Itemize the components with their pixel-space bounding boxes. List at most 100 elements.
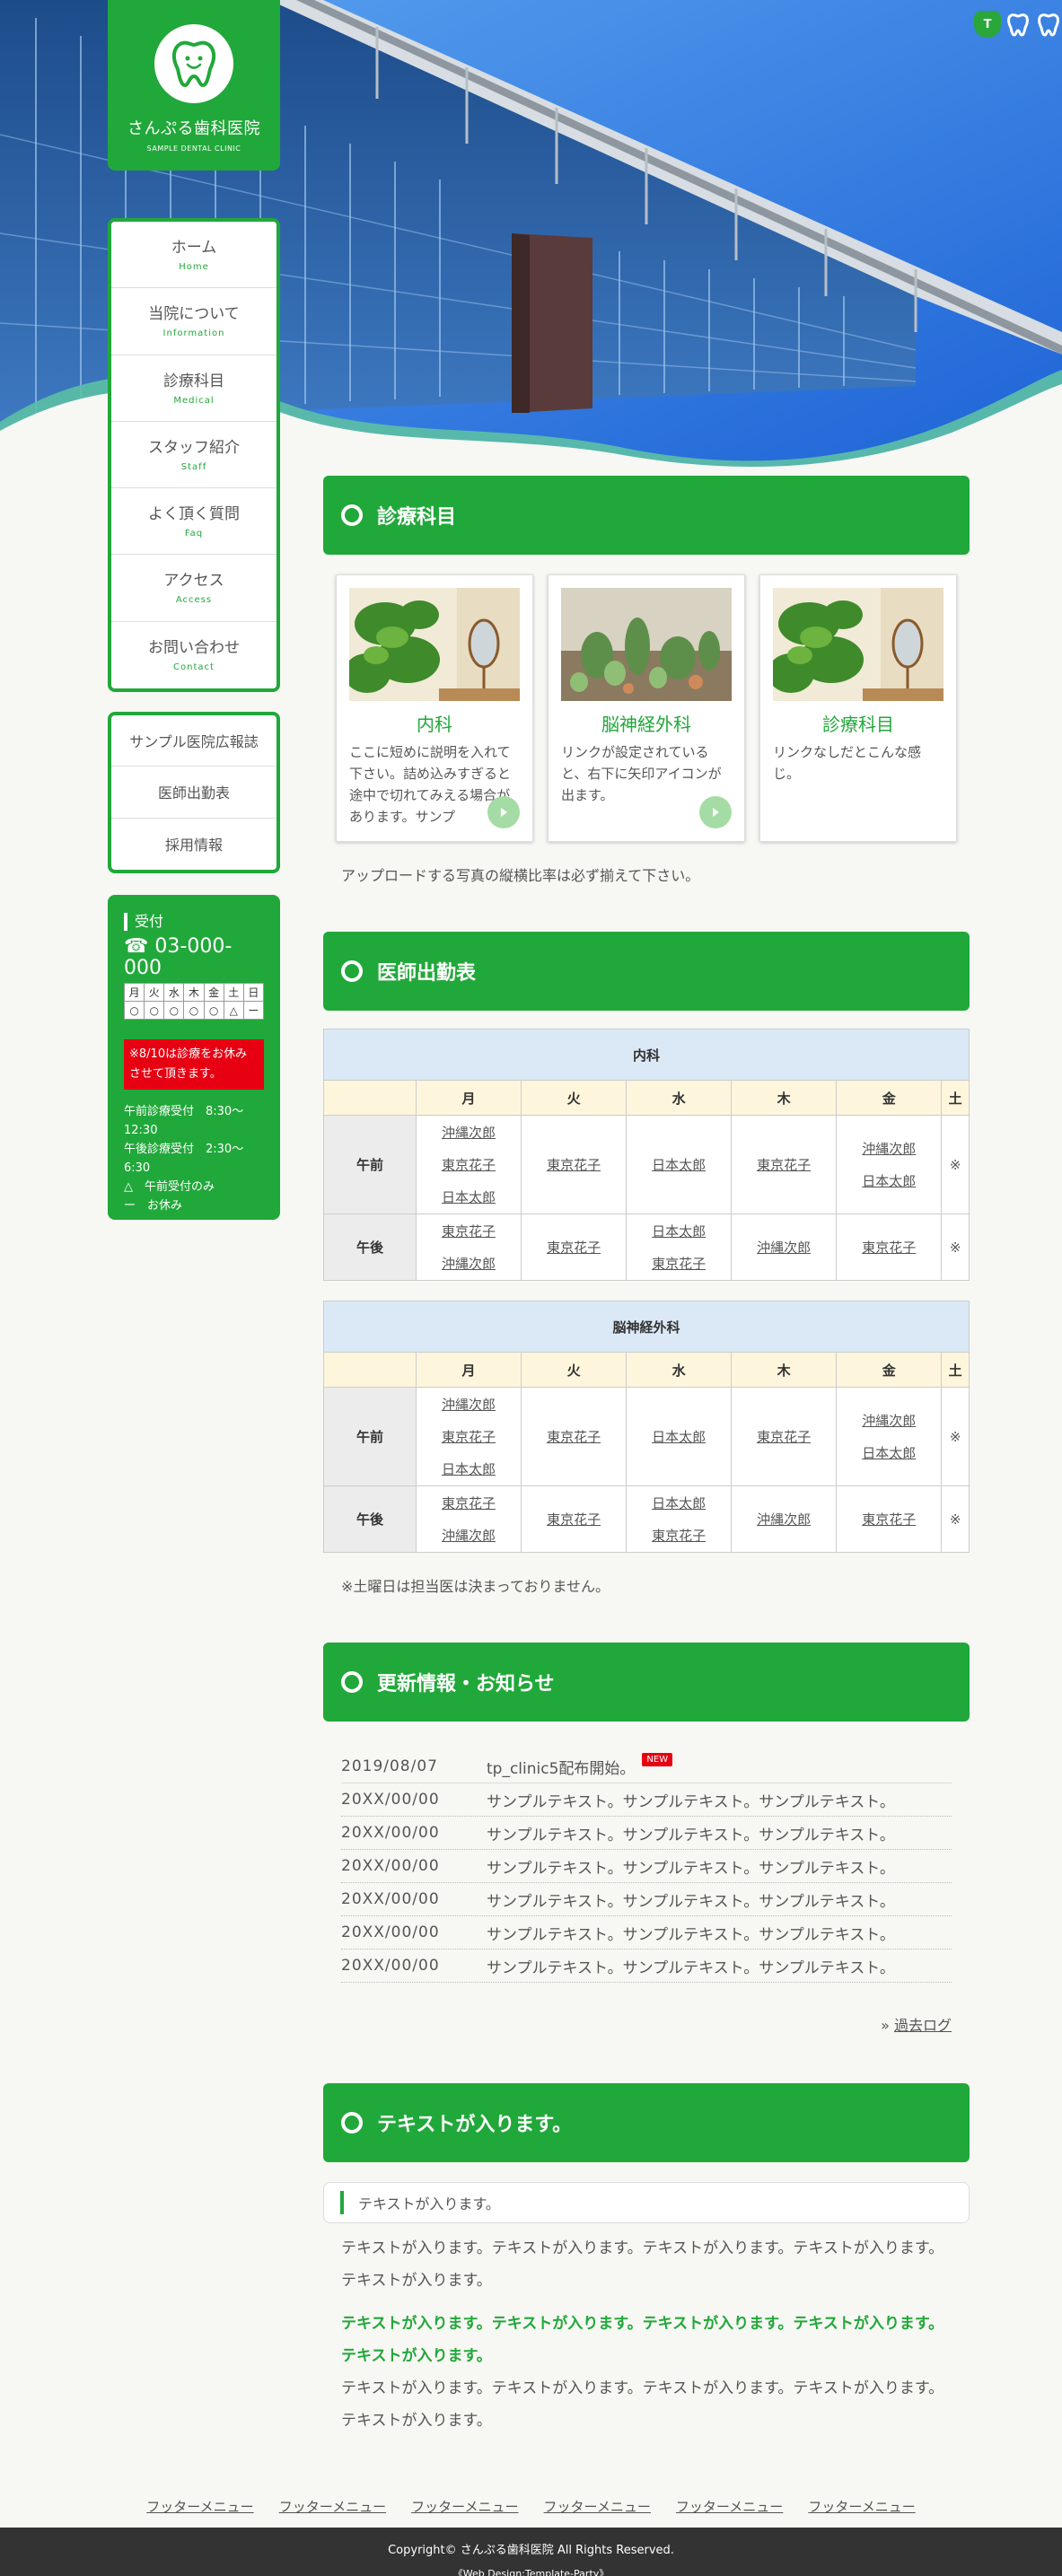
schedule-cell: 東京花子 沖縄次郎 xyxy=(415,1485,522,1553)
footer-menu-item[interactable]: フッターメニュー xyxy=(411,2497,518,2516)
nav-item-access[interactable]: アクセス Access xyxy=(111,555,276,622)
doctor-link[interactable]: 東京花子 xyxy=(417,1215,521,1248)
nav-item-staff[interactable]: スタッフ紹介 Staff xyxy=(111,421,276,489)
doctor-link[interactable]: 沖縄次郎 xyxy=(837,1405,941,1437)
nav-sublabel: Access xyxy=(175,595,213,606)
medical-card-neurosurgery[interactable]: 脳神経外科 リンクが設定されていると、右下に矢印アイコンが出ます。 xyxy=(548,574,745,842)
day-label: 水 xyxy=(163,983,185,1002)
subnav-item-recruit[interactable]: 採用情報 xyxy=(111,819,276,870)
doctor-link[interactable]: 沖縄次郎 xyxy=(732,1231,836,1264)
doctor-link[interactable]: 東京花子 xyxy=(417,1421,521,1453)
doctor-link[interactable]: 東京花子 xyxy=(522,1149,626,1181)
doctor-link[interactable]: 沖縄次郎 xyxy=(417,1117,521,1149)
ring-icon xyxy=(341,1671,363,1693)
news-date: 2019/08/07 xyxy=(341,1757,438,1775)
news-text: サンプルテキスト。サンプルテキスト。サンプルテキスト。 xyxy=(487,1826,895,1844)
doctor-link[interactable]: 東京花子 xyxy=(837,1231,941,1264)
footer-menu-item[interactable]: フッターメニュー xyxy=(676,2497,783,2516)
footer-menu-item[interactable]: フッターメニュー xyxy=(279,2497,386,2516)
site-logo[interactable]: さんぷる歯科医院 SAMPLE DENTAL CLINIC xyxy=(108,0,280,171)
nav-sublabel: Medical xyxy=(173,395,215,406)
tooth-icon xyxy=(1006,13,1030,37)
text-size-tools: T xyxy=(974,11,1062,38)
section-heading-text: 更新情報・お知らせ xyxy=(377,1673,555,1695)
news-date: 20XX/00/00 xyxy=(341,1857,440,1875)
nav-item-home[interactable]: ホーム Home xyxy=(111,222,276,289)
schedule-day-header: 火 xyxy=(521,1352,628,1388)
callout-text: テキストが入ります。 xyxy=(358,2195,500,2212)
card-title: 診療科目 xyxy=(822,714,894,735)
nav-item-faq[interactable]: よく頂く質問 Faq xyxy=(111,488,276,556)
news-list: 2019/08/07 tp_clinic5配布開始。 NEW 20XX/00/00 サン… xyxy=(341,1750,952,1983)
doctor-link[interactable]: 沖縄次郎 xyxy=(417,1389,521,1421)
schedule-period-label: 午後 xyxy=(323,1485,417,1553)
design-credit[interactable]: 《Web Design:Template-Party》 xyxy=(0,2566,1062,2576)
schedule-cell: 東京花子 沖縄次郎 xyxy=(415,1214,522,1281)
subnav-item-newsletter[interactable]: サンプル医院広報誌 xyxy=(111,715,276,767)
doctor-link[interactable]: 東京花子 xyxy=(522,1503,626,1536)
schedule-day-header: 金 xyxy=(836,1352,943,1388)
doctor-link[interactable]: 日本太郎 xyxy=(627,1487,731,1520)
doctor-link[interactable]: 東京花子 xyxy=(837,1503,941,1536)
doctor-link[interactable]: 日本太郎 xyxy=(627,1421,731,1453)
logo-badge xyxy=(154,24,233,103)
section-heading-news: 更新情報・お知らせ xyxy=(323,1643,970,1722)
nav-sublabel: Faq xyxy=(184,529,204,539)
section-heading-medical: 診療科目 xyxy=(323,476,970,555)
hours-note: ー お休み xyxy=(124,1199,183,1213)
nav-item-contact[interactable]: お問い合わせ Contact xyxy=(111,621,276,689)
ring-icon xyxy=(341,960,363,982)
hours-note: 午前診療受付 8:30〜12:30 xyxy=(124,1105,244,1137)
past-log-link[interactable]: » 過去ログ xyxy=(341,2013,952,2035)
text-size-large-button[interactable] xyxy=(1035,11,1062,38)
day-mark: ー xyxy=(242,1001,265,1020)
schedule-cell: 沖縄次郎 日本太郎 xyxy=(836,1387,943,1486)
doctor-link[interactable]: 東京花子 xyxy=(522,1421,626,1453)
footer-menu: フッターメニュー フッターメニュー フッターメニュー フッターメニュー フッター… xyxy=(0,2497,1062,2516)
footer-menu-item[interactable]: フッターメニュー xyxy=(544,2497,651,2516)
subnav-item-schedule[interactable]: 医師出勤表 xyxy=(111,767,276,819)
doctor-link[interactable]: 日本太郎 xyxy=(837,1437,941,1469)
doctor-link[interactable]: 日本太郎 xyxy=(417,1453,521,1485)
unassigned-mark: ※ xyxy=(949,1428,961,1445)
doctor-link[interactable]: 東京花子 xyxy=(732,1421,836,1453)
more-prefix: » xyxy=(881,2017,890,2034)
nav-item-medical[interactable]: 診療科目 Medical xyxy=(111,355,276,422)
nav-sublabel: Contact xyxy=(173,662,215,672)
doctor-link[interactable]: 沖縄次郎 xyxy=(417,1248,521,1280)
doctor-link[interactable]: 日本太郎 xyxy=(627,1149,731,1181)
doctor-link[interactable]: 東京花子 xyxy=(417,1487,521,1520)
copyright: Copyright© さんぷる歯科医院 All Rights Reserved. xyxy=(388,2544,674,2557)
doctor-link[interactable]: 沖縄次郎 xyxy=(837,1133,941,1165)
doctor-link[interactable]: 日本太郎 xyxy=(627,1215,731,1248)
news-row: 20XX/00/00 サンプルテキスト。サンプルテキスト。サンプルテキスト。 xyxy=(341,1850,952,1883)
doctor-link[interactable]: 東京花子 xyxy=(627,1520,731,1552)
nav-item-information[interactable]: 当院について Information xyxy=(111,288,276,355)
text-size-normal-button[interactable]: T xyxy=(974,11,1001,38)
schedule-day-header: 水 xyxy=(626,1080,733,1116)
doctor-link[interactable]: 沖縄次郎 xyxy=(417,1520,521,1552)
day-mark: △ xyxy=(223,1001,244,1020)
schedule-table: 脳神経外科月火水木金土午前 沖縄次郎 東京花子 日本太郎 東京花子 日本太郎 東京花子 沖縄次… xyxy=(323,1301,970,1553)
news-date: 20XX/00/00 xyxy=(341,1791,440,1809)
text-size-medium-button[interactable] xyxy=(1005,11,1031,38)
phone-number[interactable]: ☎ 03-000-000 xyxy=(124,936,264,979)
news-row: 20XX/00/00 サンプルテキスト。サンプルテキスト。サンプルテキスト。 xyxy=(341,1950,952,1983)
medical-card-internal[interactable]: 内科 ここに短めに説明を入れて下さい。詰め込みすぎると途中で切れてみえる場合があ… xyxy=(336,574,533,842)
doctor-link[interactable]: 東京花子 xyxy=(627,1248,731,1280)
schedule-tables: 内科月火水木金土午前 沖縄次郎 東京花子 日本太郎 東京花子 日本太郎 東京花子 沖縄次郎 日本… xyxy=(323,1029,970,1553)
ring-icon xyxy=(341,504,363,526)
doctor-link[interactable]: 東京花子 xyxy=(732,1149,836,1181)
unassigned-mark: ※ xyxy=(949,1239,961,1256)
doctor-link[interactable]: 日本太郎 xyxy=(837,1165,941,1197)
doctor-link[interactable]: 日本太郎 xyxy=(417,1181,521,1214)
schedule-cell: 沖縄次郎 東京花子 日本太郎 xyxy=(415,1115,522,1214)
doctor-link[interactable]: 東京花子 xyxy=(522,1231,626,1264)
hours-notes: 午前診療受付 8:30〜12:30 午後診療受付 2:30〜6:30 △ 午前受… xyxy=(124,1102,264,1215)
doctor-link[interactable]: 東京花子 xyxy=(417,1149,521,1181)
footer-menu-item[interactable]: フッターメニュー xyxy=(808,2497,915,2516)
doctor-link[interactable]: 沖縄次郎 xyxy=(732,1503,836,1536)
more-label: 過去ログ xyxy=(893,2017,952,2034)
footer-menu-item[interactable]: フッターメニュー xyxy=(146,2497,253,2516)
main-content: 診療科目 内科 ここに短めに説明を入れて下さい。詰め込みすぎると途中で切れてみえ… xyxy=(323,476,970,2437)
